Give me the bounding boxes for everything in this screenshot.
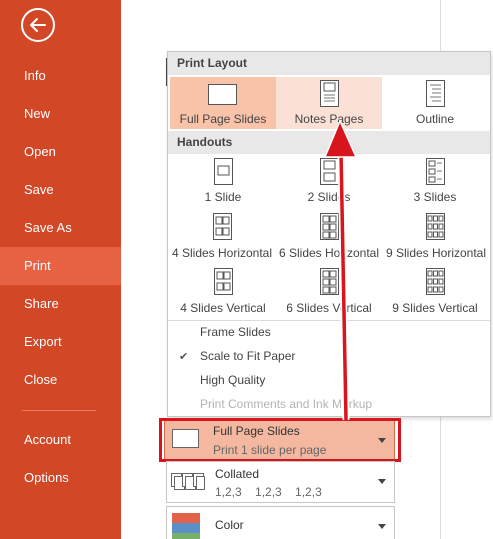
powerpoint-print-backstage: Info New Open Save Save As Print Share E… — [0, 0, 493, 539]
annotation-arrow-icon — [323, 119, 358, 421]
